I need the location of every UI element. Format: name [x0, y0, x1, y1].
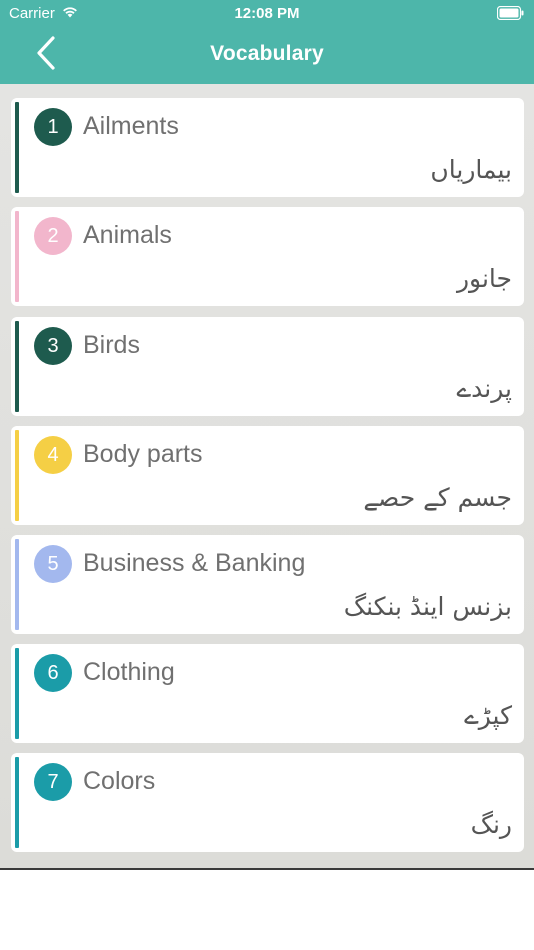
- category-title: Business & Banking: [83, 549, 306, 577]
- accent-bar: [15, 539, 19, 630]
- list-item-birds[interactable]: 3 Birds پرندے: [11, 317, 524, 416]
- number-badge: 7: [34, 763, 72, 801]
- category-title: Animals: [83, 221, 172, 249]
- category-title: Colors: [83, 767, 156, 795]
- list-item-clothing[interactable]: 6 Clothing کپڑے: [11, 644, 524, 743]
- category-urdu-title: بیماریاں: [430, 155, 512, 184]
- category-urdu-title: جانور: [456, 264, 512, 293]
- category-list: 1 Ailments بیماریاں 2 Animals جانور 3 Bi…: [0, 84, 534, 868]
- category-urdu-title: پرندے: [456, 374, 512, 403]
- number-badge: 3: [34, 327, 72, 365]
- accent-bar: [15, 102, 19, 193]
- list-item-colors[interactable]: 7 Colors رنگ: [11, 753, 524, 852]
- accent-bar: [15, 757, 19, 848]
- header: Carrier 12:08 PM Vocabulary: [0, 0, 534, 84]
- category-urdu-title: جسم کے حصے: [363, 483, 512, 512]
- number-badge: 1: [34, 108, 72, 146]
- category-title: Ailments: [83, 112, 179, 140]
- accent-bar: [15, 211, 19, 302]
- status-bar: Carrier 12:08 PM: [0, 0, 534, 28]
- nav-bar: Vocabulary: [0, 28, 534, 84]
- accent-bar: [15, 430, 19, 521]
- category-title: Clothing: [83, 658, 175, 686]
- category-urdu-title: رنگ: [470, 810, 512, 839]
- status-time: 12:08 PM: [234, 5, 300, 22]
- page-title: Vocabulary: [210, 42, 324, 65]
- vocabulary-screen: Carrier 12:08 PM Vocabulary 1 Ailments ب…: [0, 0, 534, 950]
- list-item-body-parts[interactable]: 4 Body parts جسم کے حصے: [11, 426, 524, 525]
- number-badge: 5: [34, 545, 72, 583]
- battery-icon: [496, 5, 524, 21]
- list-item-animals[interactable]: 2 Animals جانور: [11, 207, 524, 306]
- category-urdu-title: بزنس اینڈ بنکنگ: [343, 592, 512, 621]
- number-badge: 4: [34, 436, 72, 474]
- category-urdu-title: کپڑے: [464, 701, 512, 730]
- bottom-area: [0, 870, 534, 950]
- category-title: Birds: [83, 331, 140, 359]
- accent-bar: [15, 321, 19, 412]
- number-badge: 2: [34, 217, 72, 255]
- number-badge: 6: [34, 654, 72, 692]
- accent-bar: [15, 648, 19, 739]
- list-item-ailments[interactable]: 1 Ailments بیماریاں: [11, 98, 524, 197]
- list-item-business-banking[interactable]: 5 Business & Banking بزنس اینڈ بنکنگ: [11, 535, 524, 634]
- category-title: Body parts: [83, 440, 203, 468]
